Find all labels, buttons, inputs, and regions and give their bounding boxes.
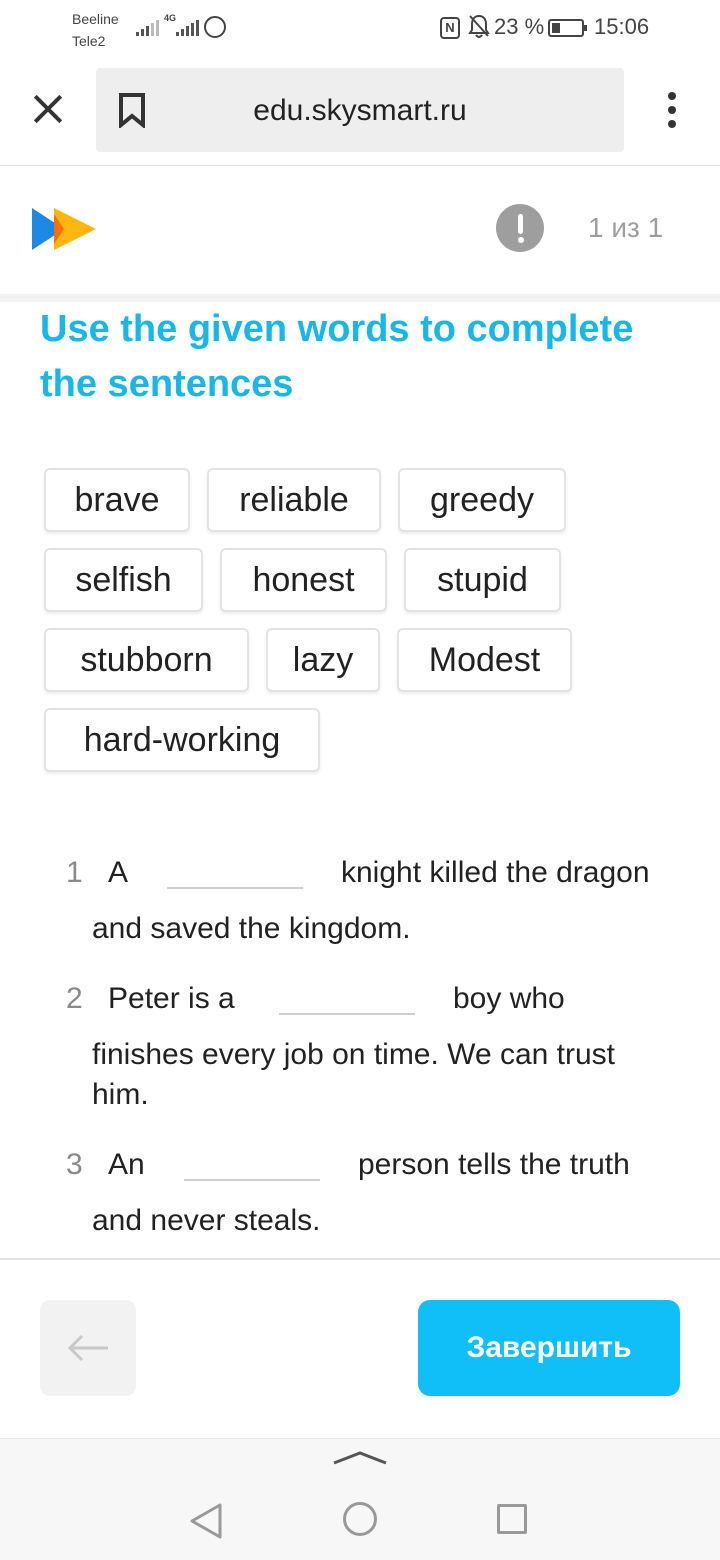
sentence-text-before: An — [108, 1148, 145, 1181]
word-chip-selfish[interactable]: selfish — [44, 548, 203, 612]
nfc-icon: N — [440, 17, 460, 39]
sentence-number: 2 — [66, 982, 83, 1015]
sentence-text-before: A — [108, 856, 129, 889]
status-bar: Beeline Tele2 4G N 23 % 15:06 — [0, 0, 720, 56]
clock: 15:06 — [594, 14, 650, 39]
signal-icon — [136, 18, 159, 36]
sentence-text-before: Peter is a — [108, 982, 235, 1015]
system-nav-bar — [0, 1438, 720, 1560]
page-counter: 1 из 1 — [588, 212, 664, 243]
signal-icon-2 — [176, 18, 199, 36]
carrier-1: Beeline — [72, 11, 119, 27]
sentence-continuation: and saved the kingdom. — [92, 912, 411, 945]
bell-off-icon — [468, 14, 490, 46]
arrow-left-icon — [67, 1334, 108, 1362]
word-chip-stupid[interactable]: stupid — [404, 548, 561, 612]
word-chip-brave[interactable]: brave — [44, 468, 190, 532]
sentence-number: 3 — [66, 1148, 83, 1181]
close-icon[interactable] — [28, 89, 68, 129]
answer-blank-3[interactable] — [184, 1179, 320, 1181]
whatsapp-icon — [204, 16, 226, 38]
word-chip-greedy[interactable]: greedy — [398, 468, 566, 532]
task-title: Use the given words to complete the sent… — [40, 308, 634, 405]
nav-home-icon[interactable] — [343, 1502, 377, 1536]
sentence-continuation: finishes every job on time. We can trust — [92, 1038, 616, 1071]
word-chip-reliable[interactable]: reliable — [207, 468, 381, 532]
browser-toolbar: edu.skysmart.ru — [0, 56, 720, 166]
battery-percent: 23 % — [494, 14, 545, 39]
word-chip-modest[interactable]: Modest — [397, 628, 572, 692]
battery-icon — [548, 19, 587, 37]
skysmart-logo — [32, 208, 96, 250]
chevron-up-icon[interactable] — [332, 1447, 388, 1467]
carrier-2: Tele2 — [72, 33, 106, 49]
sentence-text-after: boy who — [453, 982, 565, 1015]
sentence-text-after: person tells the truth — [358, 1148, 630, 1181]
word-chip-lazy[interactable]: lazy — [266, 628, 380, 692]
sentence-text-after: knight killed the dragon — [341, 856, 650, 889]
carrier-names: Beeline Tele2 — [72, 8, 119, 52]
divider — [0, 294, 720, 302]
nav-back-icon[interactable] — [188, 1501, 224, 1541]
network-type-label: 4G — [164, 13, 177, 23]
url-text: edu.skysmart.ru — [253, 94, 467, 127]
answer-blank-2[interactable] — [279, 1013, 415, 1015]
answer-blank-1[interactable] — [167, 887, 303, 889]
word-chip-honest[interactable]: honest — [220, 548, 387, 612]
sentence-number: 1 — [66, 856, 83, 889]
address-bar[interactable]: edu.skysmart.ru — [96, 68, 624, 152]
nav-recents-icon[interactable] — [497, 1504, 527, 1534]
divider — [0, 1258, 720, 1260]
report-problem-icon[interactable] — [496, 204, 544, 252]
more-menu-icon[interactable] — [664, 92, 680, 132]
finish-button[interactable]: Завершить — [418, 1300, 680, 1396]
word-chip-stubborn[interactable]: stubborn — [44, 628, 249, 692]
word-chip-hard-working[interactable]: hard-working — [44, 708, 320, 772]
app-header: 1 из 1 — [0, 166, 720, 298]
sentence-continuation-2: him. — [92, 1078, 149, 1111]
back-button[interactable] — [40, 1300, 136, 1396]
sentence-continuation: and never steals. — [92, 1204, 321, 1237]
